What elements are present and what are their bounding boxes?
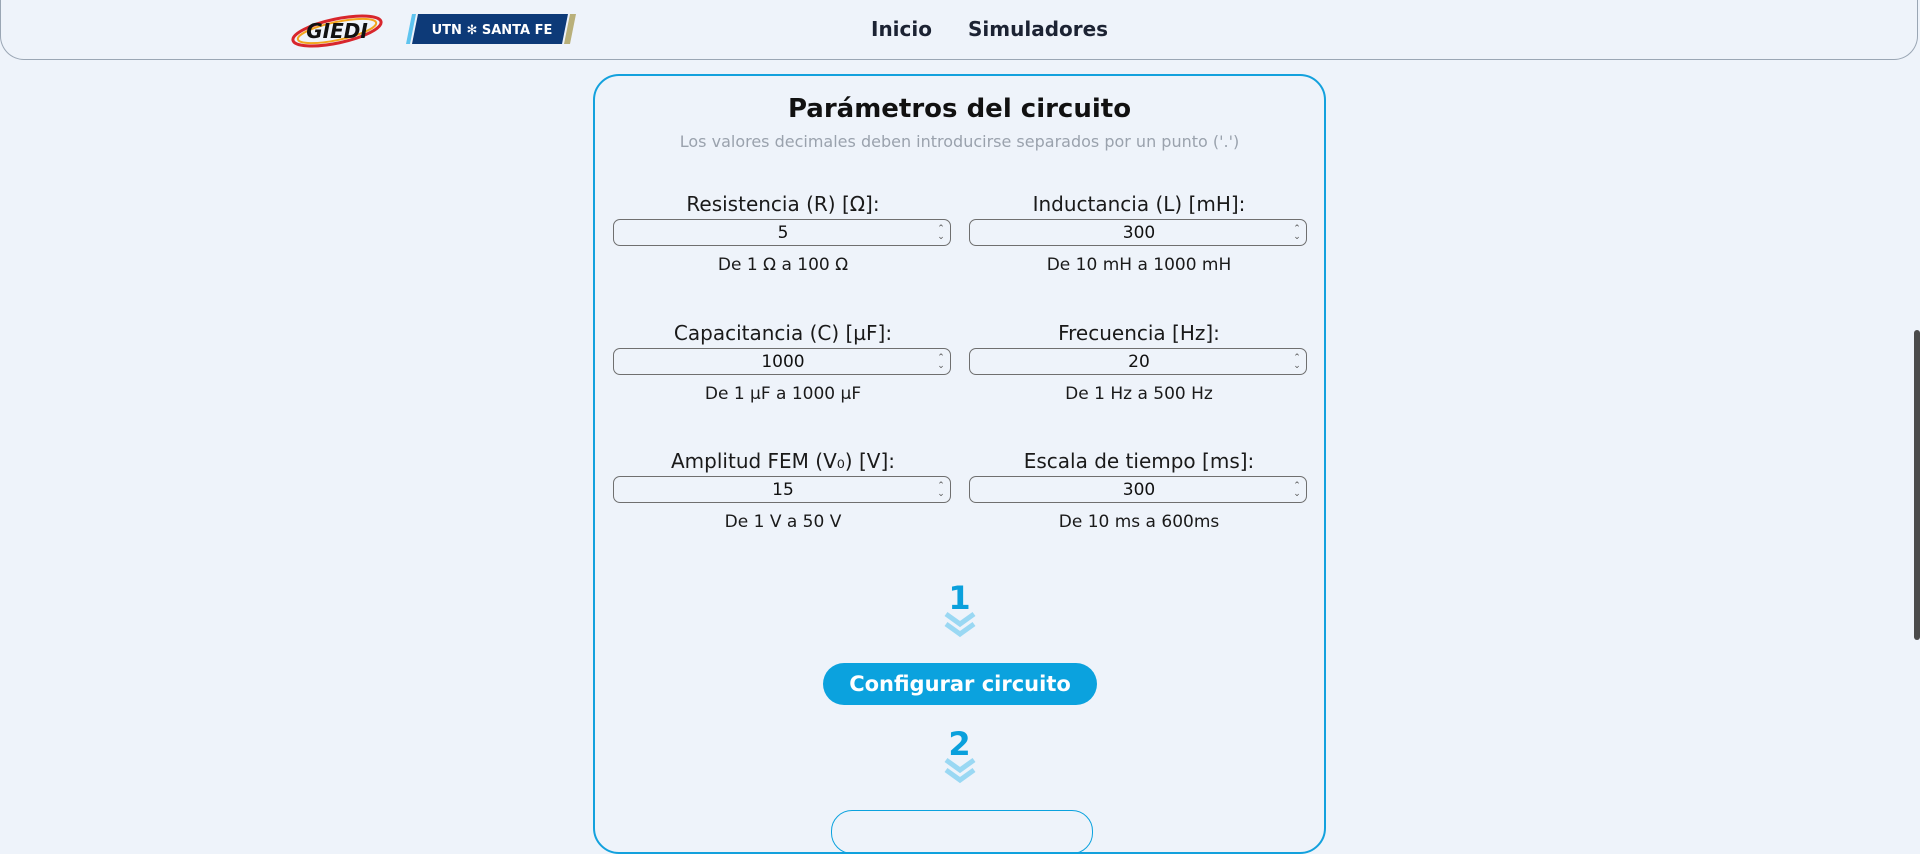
main-nav: Inicio Simuladores — [871, 17, 1108, 41]
capacitance-label: Capacitancia (C) [µF]: — [673, 321, 893, 345]
configure-circuit-button[interactable]: Configurar circuito — [823, 663, 1097, 705]
frequency-spinner[interactable]: ⌃ ⌄ — [1288, 353, 1306, 370]
circuit-parameters-card: Parámetros del circuito Los valores deci… — [593, 74, 1326, 854]
field-capacitance: Capacitancia (C) [µF]: ⌃⌄ De 1 µF a 1000… — [613, 319, 953, 404]
step-2-number: 2 — [948, 725, 971, 763]
amplitude-label: Amplitud FEM (V₀) [V]: — [671, 449, 895, 473]
capacitance-spinner[interactable]: ⌃ ⌄ — [932, 353, 950, 370]
time-scale-input[interactable] — [970, 478, 1288, 501]
amplitude-spinner[interactable]: ⌃ ⌄ — [932, 481, 950, 498]
inductance-label: Inductancia (L) [mH]: — [1032, 192, 1246, 216]
frequency-hint: De 1 Hz a 500 Hz — [1065, 384, 1213, 404]
nav-link-inicio[interactable]: Inicio — [871, 17, 932, 41]
site-header: GIEDI UTN ✻ SANTA FE Inicio Simuladores — [0, 0, 1918, 60]
inductance-hint: De 10 mH a 1000 mH — [1046, 255, 1232, 275]
amplitude-input[interactable] — [614, 478, 932, 501]
capacitance-input[interactable] — [614, 350, 932, 373]
spin-down-icon[interactable]: ⌄ — [937, 361, 945, 370]
frequency-input-wrap: ⌃⌄ — [969, 348, 1307, 375]
nav-link-simuladores[interactable]: Simuladores — [968, 17, 1108, 41]
gied-logo[interactable]: GIEDI — [289, 11, 385, 49]
time-scale-hint: De 10 ms a 600ms — [1058, 512, 1220, 532]
resistance-hint: De 1 Ω a 100 Ω — [717, 255, 849, 275]
resistance-input[interactable] — [614, 221, 932, 244]
spin-down-icon[interactable]: ⌄ — [1293, 232, 1301, 241]
time-scale-input-wrap: ⌃⌄ — [969, 476, 1307, 503]
capacitance-input-wrap: ⌃⌄ — [613, 348, 951, 375]
svg-text:UTN ✻ SANTA FE: UTN ✻ SANTA FE — [432, 23, 553, 38]
step-1-indicator: 1 — [595, 582, 1324, 638]
spin-down-icon[interactable]: ⌄ — [1293, 489, 1301, 498]
spin-down-icon[interactable]: ⌄ — [1293, 361, 1301, 370]
resistance-label: Resistencia (R) [Ω]: — [686, 192, 880, 216]
field-resistance: Resistencia (R) [Ω]: ⌃⌄ De 1 Ω a 100 Ω — [613, 190, 953, 275]
utn-santa-fe-logo[interactable]: UTN ✻ SANTA FE — [406, 14, 576, 44]
time-scale-spinner[interactable]: ⌃ ⌄ — [1288, 481, 1306, 498]
spin-down-icon[interactable]: ⌄ — [937, 232, 945, 241]
card-title: Parámetros del circuito — [787, 94, 1132, 124]
inductance-spinner[interactable]: ⌃ ⌄ — [1288, 224, 1306, 241]
scrollbar-thumb[interactable] — [1914, 330, 1920, 640]
field-time-scale: Escala de tiempo [ms]: ⌃⌄ De 10 ms a 600… — [969, 447, 1309, 532]
amplitude-input-wrap: ⌃⌄ — [613, 476, 951, 503]
frequency-label: Frecuencia [Hz]: — [1058, 321, 1220, 345]
resistance-spinner[interactable]: ⌃ ⌄ — [932, 224, 950, 241]
inductance-input-wrap: ⌃⌄ — [969, 219, 1307, 246]
time-scale-label: Escala de tiempo [ms]: — [1023, 449, 1255, 473]
svg-text:GIEDI: GIEDI — [306, 19, 368, 43]
spin-down-icon[interactable]: ⌄ — [937, 489, 945, 498]
step-1-number: 1 — [948, 579, 971, 617]
next-step-button[interactable] — [831, 810, 1093, 854]
capacitance-hint: De 1 µF a 1000 µF — [704, 384, 862, 404]
frequency-input[interactable] — [970, 350, 1288, 373]
field-frequency: Frecuencia [Hz]: ⌃⌄ De 1 Hz a 500 Hz — [969, 319, 1309, 404]
resistance-input-wrap: ⌃⌄ — [613, 219, 951, 246]
card-subtitle: Los valores decimales deben introducirse… — [679, 132, 1240, 151]
inductance-input[interactable] — [970, 221, 1288, 244]
step-2-indicator: 2 — [595, 728, 1324, 784]
field-amplitude: Amplitud FEM (V₀) [V]: ⌃⌄ De 1 V a 50 V — [613, 447, 953, 532]
field-inductance: Inductancia (L) [mH]: ⌃⌄ De 10 mH a 1000… — [969, 190, 1309, 275]
amplitude-hint: De 1 V a 50 V — [724, 512, 842, 532]
